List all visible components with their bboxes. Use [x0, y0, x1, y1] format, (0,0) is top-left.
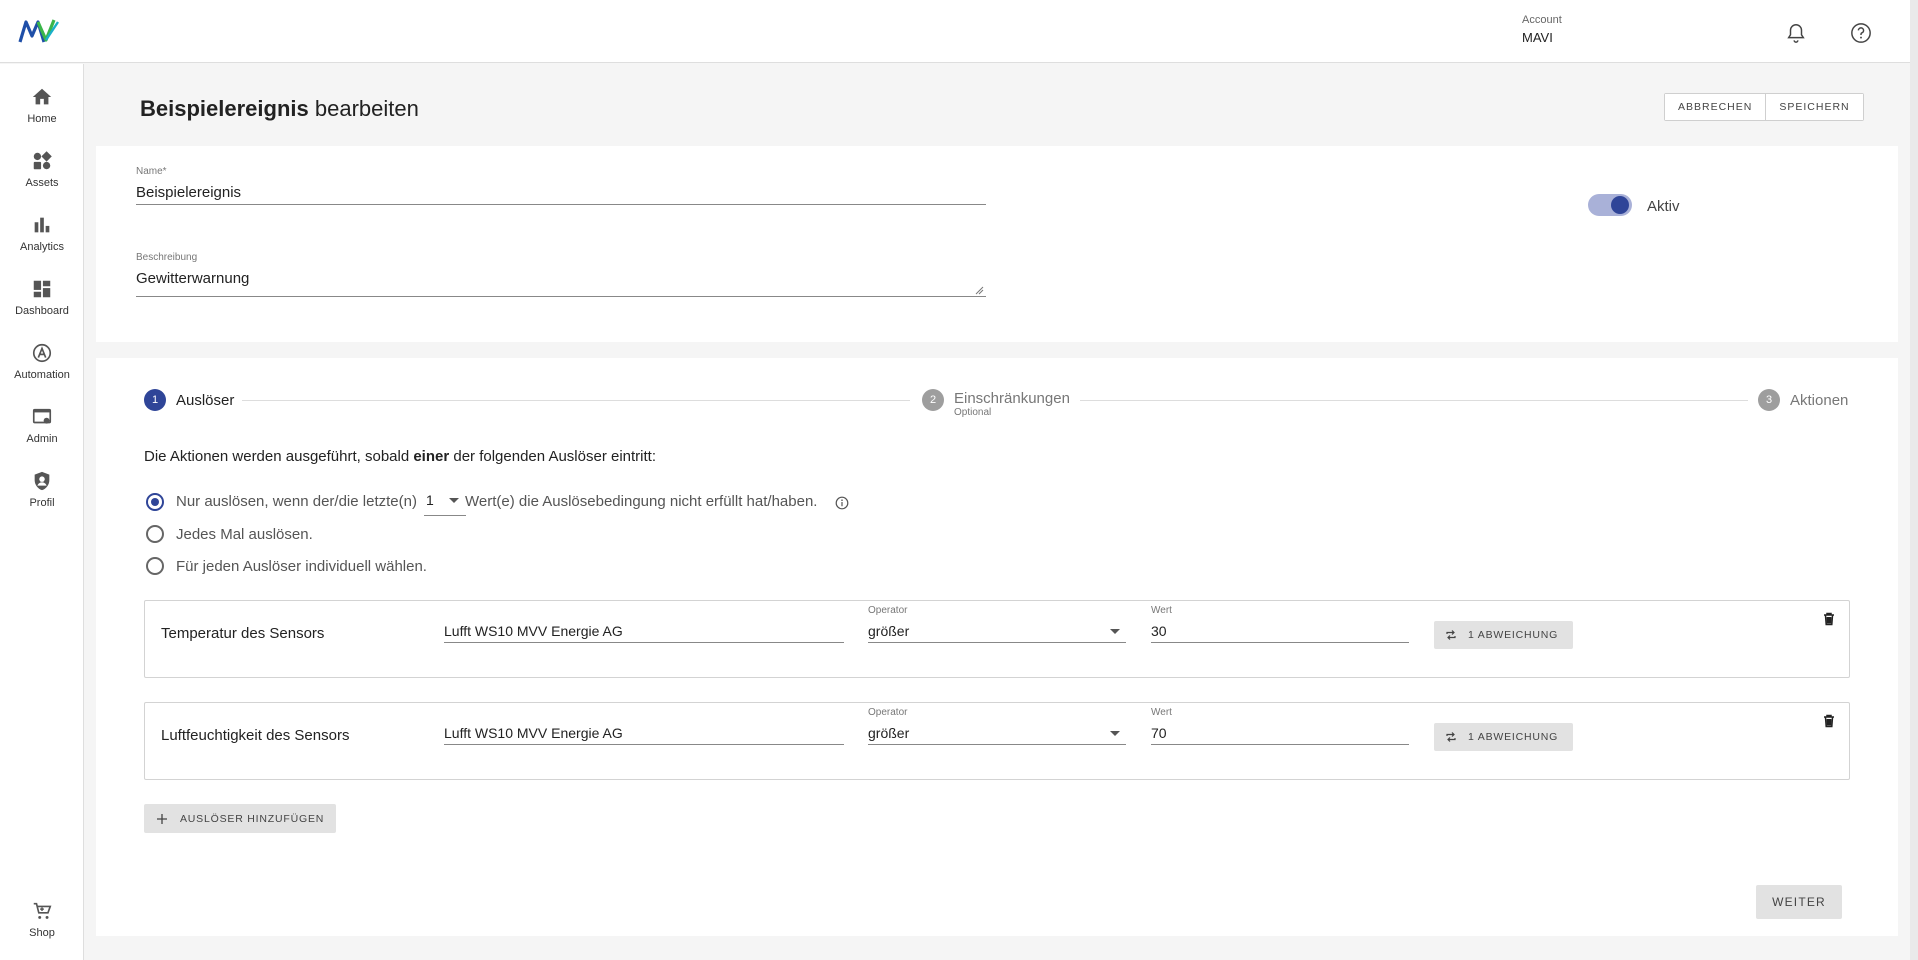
sidebar-item-dashboard[interactable]: Dashboard [0, 278, 84, 334]
trash-icon[interactable] [1821, 713, 1837, 729]
radio-every-time-label: Jedes Mal auslösen. [176, 526, 313, 543]
sidebar-item-label: Shop [29, 927, 55, 939]
count-select-value: 1 [426, 492, 434, 508]
step-1-label[interactable]: Auslöser [176, 392, 234, 409]
radio-individual-label: Für jeden Auslöser individuell wählen. [176, 558, 427, 575]
next-button[interactable]: WEITER [1756, 885, 1842, 919]
sidebar-item-assets[interactable]: Assets [0, 150, 84, 206]
trigger-intro: Die Aktionen werden ausgeführt, sobald e… [144, 448, 656, 465]
operator-select[interactable]: größer [868, 725, 1126, 745]
bell-icon[interactable] [1783, 20, 1809, 46]
sidebar-item-label: Home [27, 113, 57, 125]
chevron-down-icon [1110, 731, 1120, 736]
header-actions: ABBRECHEN SPEICHERN [1664, 93, 1864, 121]
toggle-knob [1611, 196, 1629, 214]
account-selector[interactable]: Account MAVI [1522, 14, 1562, 45]
top-bar: Account MAVI [0, 0, 1910, 63]
general-card [96, 146, 1898, 342]
radio-last-values-label: Nur auslösen, wenn der/die letzte(n) [176, 493, 417, 510]
repeat-icon [1446, 630, 1456, 640]
step-2-circle[interactable]: 2 [922, 389, 944, 411]
dashboard-icon [33, 280, 51, 298]
cancel-button[interactable]: ABBRECHEN [1665, 94, 1766, 120]
plus-icon [157, 813, 167, 824]
trigger-row: Temperatur des Sensors Lufft WS10 MVV En… [144, 600, 1850, 678]
description-label: Beschreibung [136, 252, 198, 263]
home-icon [32, 88, 52, 105]
trash-icon[interactable] [1821, 611, 1837, 627]
sidebar-item-label: Profil [29, 497, 55, 509]
operator-label: Operator [868, 707, 908, 718]
automation-icon [32, 343, 52, 363]
page-title: Beispielereignis bearbeiten [140, 96, 419, 121]
deviation-button[interactable]: 1 ABWEICHUNG [1434, 621, 1573, 649]
description-field[interactable]: Gewitterwarnung [136, 270, 986, 297]
active-toggle[interactable] [1588, 194, 1632, 216]
sidebar-item-label: Assets [25, 177, 59, 189]
step-connector [1080, 400, 1748, 401]
trigger-row: Luftfeuchtigkeit des Sensors Lufft WS10 … [144, 702, 1850, 780]
trigger-name: Luftfeuchtigkeit des Sensors [161, 727, 350, 744]
step-1-circle[interactable]: 1 [144, 389, 166, 411]
sensor-field[interactable]: Lufft WS10 MVV Energie AG [444, 725, 844, 745]
value-field[interactable]: 70 [1151, 725, 1409, 745]
admin-icon [32, 408, 52, 424]
value-label: Wert [1151, 605, 1172, 616]
chevron-down-icon [449, 498, 459, 503]
add-trigger-button[interactable]: AUSLÖSER HINZUFÜGEN [144, 804, 336, 833]
analytics-icon [34, 217, 50, 233]
help-icon[interactable] [1848, 20, 1874, 46]
step-connector [242, 400, 910, 401]
chevron-down-icon [1110, 629, 1120, 634]
count-select[interactable]: 1 [424, 492, 466, 516]
trigger-name: Temperatur des Sensors [161, 625, 325, 642]
active-label: Aktiv [1647, 198, 1680, 215]
sidebar-item-label: Dashboard [15, 305, 69, 317]
account-label: Account [1522, 14, 1562, 26]
save-button[interactable]: SPEICHERN [1765, 94, 1863, 120]
profile-icon [34, 471, 50, 491]
step-2-label[interactable]: Einschränkungen [954, 390, 1070, 407]
step-3-circle[interactable]: 3 [1758, 389, 1780, 411]
radio-individual[interactable] [146, 557, 164, 575]
sidebar-item-label: Analytics [19, 241, 65, 253]
repeat-icon [1446, 732, 1456, 742]
name-label: Name* [136, 166, 167, 177]
radio-every-time[interactable] [146, 525, 164, 543]
radio-last-values-suffix: Wert(e) die Auslösebedingung nicht erfül… [465, 493, 818, 510]
deviation-label: 1 ABWEICHUNG [1468, 731, 1559, 743]
name-field[interactable]: Beispielereignis [136, 184, 986, 205]
operator-label: Operator [868, 605, 908, 616]
sidebar-item-shop[interactable]: Shop [0, 900, 84, 956]
scrollbar[interactable] [1910, 0, 1918, 960]
sidebar-item-label: Automation [14, 369, 70, 381]
step-2-sublabel: Optional [954, 407, 992, 418]
sidebar-item-analytics[interactable]: Analytics [0, 214, 84, 270]
sidebar-item-profil[interactable]: Profil [0, 470, 84, 526]
sidebar-item-admin[interactable]: Admin [0, 406, 84, 462]
value-label: Wert [1151, 707, 1172, 718]
value-field[interactable]: 30 [1151, 623, 1409, 643]
step-3-label[interactable]: Aktionen [1790, 392, 1848, 409]
sensor-field[interactable]: Lufft WS10 MVV Energie AG [444, 623, 844, 643]
operator-select[interactable]: größer [868, 623, 1126, 643]
sidebar: Home Assets Analytics Dashboard Automati… [0, 64, 84, 960]
deviation-button[interactable]: 1 ABWEICHUNG [1434, 723, 1573, 751]
account-value: MAVI [1522, 30, 1553, 45]
sidebar-item-automation[interactable]: Automation [0, 342, 84, 398]
assets-icon [33, 151, 52, 170]
sidebar-item-home[interactable]: Home [0, 86, 84, 142]
radio-last-values[interactable] [146, 493, 164, 511]
add-trigger-label: AUSLÖSER HINZUFÜGEN [180, 812, 325, 825]
deviation-label: 1 ABWEICHUNG [1468, 629, 1559, 641]
resize-handle-icon[interactable] [975, 286, 984, 295]
mavi-logo[interactable] [18, 16, 62, 46]
sidebar-item-label: Admin [26, 433, 58, 445]
cart-icon [33, 902, 52, 919]
info-icon[interactable] [835, 496, 849, 510]
